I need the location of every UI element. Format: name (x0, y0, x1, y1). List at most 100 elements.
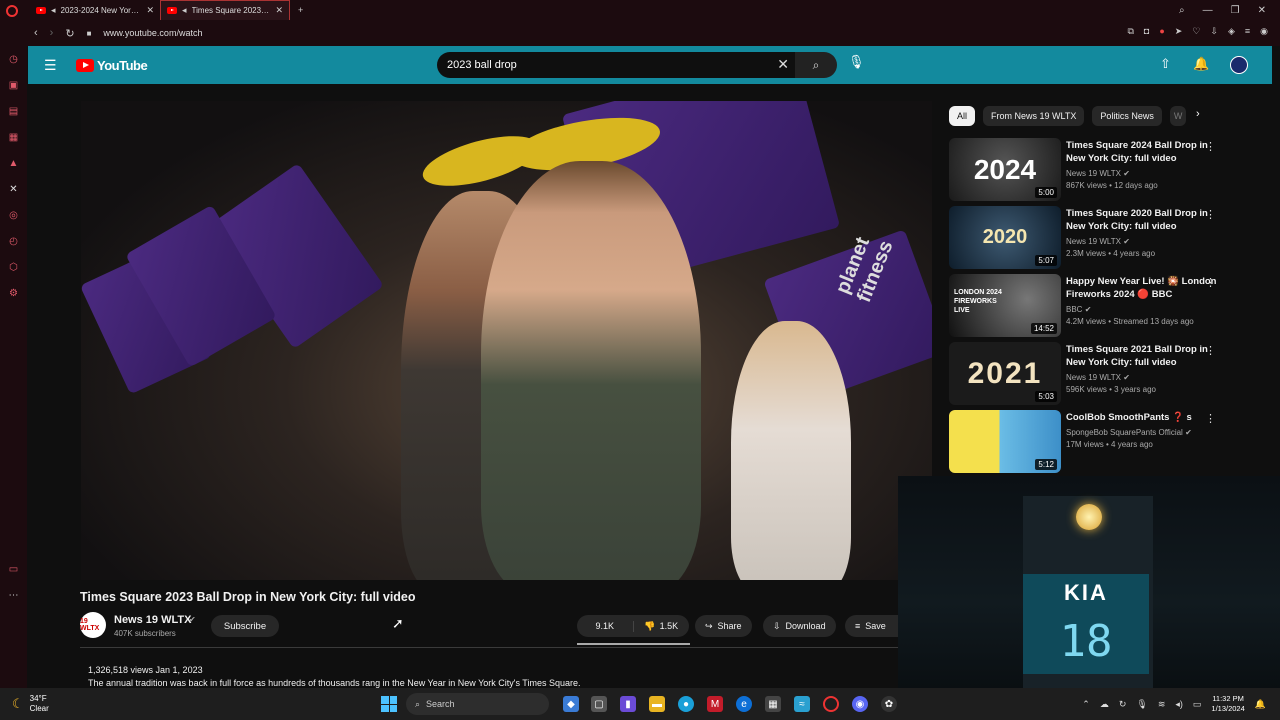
chip-more[interactable]: W (1169, 106, 1187, 126)
volume-icon[interactable]: ◂) (1175, 699, 1183, 710)
start-button[interactable] (381, 696, 397, 712)
dislike-button[interactable]: 👎 1.5K (632, 620, 690, 632)
like-button[interactable]: 9.1K (577, 621, 633, 631)
search-input[interactable]: 2023 ball drop ✕ (437, 52, 795, 78)
channel-avatar[interactable]: 19 WLTX (80, 612, 106, 638)
upload-icon[interactable]: ⇧ (1160, 56, 1171, 72)
save-button[interactable]: ≡ Save (845, 615, 898, 637)
clear-search-icon[interactable]: ✕ (777, 56, 789, 73)
opera-taskbar-icon[interactable] (823, 696, 839, 712)
wifi-icon[interactable]: ≋ (1158, 699, 1166, 710)
recommendation-channel[interactable]: News 19 WLTX ✔ (1066, 237, 1130, 246)
profile-icon[interactable]: ◉ (1260, 26, 1268, 37)
tab-1[interactable]: ◂ 2023-2024 New York City ✕ (30, 0, 160, 20)
sync-icon[interactable]: ↻ (1119, 699, 1127, 710)
video-description[interactable]: The annual tradition was back in full fo… (88, 678, 581, 688)
more-options-icon[interactable]: ⋮ (1205, 412, 1216, 425)
floating-video-window[interactable]: KIA 18 (898, 476, 1280, 688)
sidebar-speed-dial-icon[interactable]: ◷ (9, 54, 18, 65)
sidebar-twitch-icon[interactable]: ▤ (9, 106, 18, 117)
tray-chevron-icon[interactable]: ⌃ (1082, 699, 1090, 710)
download-button[interactable]: ⇩ Download (763, 615, 836, 637)
mic-icon[interactable]: 🎙 (1136, 699, 1147, 710)
notifications-bell-icon[interactable]: 🔔 (1193, 56, 1209, 72)
mcafee-icon[interactable]: M (707, 696, 723, 712)
youtube-logo[interactable]: YouTube (76, 58, 148, 73)
downloads-icon[interactable]: ⇩ (1210, 26, 1218, 37)
app-icon[interactable]: ≈ (794, 696, 810, 712)
copilot-icon[interactable]: ◆ (563, 696, 579, 712)
recommendation-title[interactable]: Times Square 2021 Ball Drop in New York … (1066, 343, 1218, 369)
search-button[interactable]: ⌕ (795, 52, 837, 78)
recommendation-item[interactable]: 2024 5:00 Times Square 2024 Ball Drop in… (949, 138, 1229, 202)
discord-icon[interactable]: ◉ (852, 696, 868, 712)
url-field[interactable]: www.youtube.com/watch (103, 28, 202, 38)
sidebar-wallet-icon[interactable]: ▭ (9, 564, 18, 575)
tab-2[interactable]: ◂ Times Square 2023 Ball ✕ (160, 0, 290, 20)
sidebar-aria-icon[interactable]: ▲ (9, 158, 19, 169)
notification-bell-icon[interactable]: 🔔 (1255, 699, 1266, 710)
more-options-icon[interactable]: ⋮ (1205, 208, 1216, 221)
menu-lines-icon[interactable]: ≡ (1245, 26, 1250, 37)
video-thumbnail[interactable]: 2021 5:03 (949, 342, 1061, 405)
recommendation-title[interactable]: Times Square 2024 Ball Drop in New York … (1066, 139, 1218, 165)
video-thumbnail[interactable]: 2024 5:00 (949, 138, 1061, 201)
more-options-icon[interactable]: ⋮ (1205, 140, 1216, 153)
camera-icon[interactable]: ◘ (1144, 26, 1149, 37)
chip-politics-news[interactable]: Politics News (1092, 106, 1162, 126)
video-thumbnail[interactable]: 5:12 (949, 410, 1061, 473)
close-window-icon[interactable]: ✕ (1258, 5, 1266, 16)
recommendation-channel[interactable]: News 19 WLTX ✔ (1066, 169, 1130, 178)
sidebar-x-icon[interactable]: ✕ (9, 184, 17, 195)
recommendation-item[interactable]: 2020 5:07 Times Square 2020 Ball Drop in… (949, 206, 1229, 270)
maximize-icon[interactable]: ❐ (1231, 5, 1240, 16)
chrome-icon[interactable]: ● (678, 696, 694, 712)
recommendation-item[interactable]: 5:12 CoolBob SmoothPants ❓ s SpongeBob S… (949, 410, 1229, 474)
more-options-icon[interactable]: ⋮ (1205, 344, 1216, 357)
minimize-icon[interactable]: — (1203, 5, 1213, 16)
chip-from-channel[interactable]: From News 19 WLTX (983, 106, 1085, 126)
recommendation-channel[interactable]: News 19 WLTX ✔ (1066, 373, 1130, 382)
battery-icon[interactable]: ▭ (1193, 699, 1202, 710)
sidebar-player-icon[interactable]: ◎ (9, 210, 18, 221)
subscribe-button[interactable]: Subscribe (211, 615, 279, 637)
sidebar-calendar-icon[interactable]: ▦ (9, 132, 18, 143)
sidebar-settings-icon[interactable]: ⚙ (9, 288, 18, 299)
sidebar-cube-icon[interactable]: ⬡ (9, 262, 18, 273)
channel-name[interactable]: News 19 WLTX (114, 614, 191, 626)
store-icon[interactable]: ▦ (765, 696, 781, 712)
cloud-icon[interactable]: ☁ (1100, 699, 1109, 710)
video-player[interactable]: planet fitness (81, 101, 932, 580)
extension-icon[interactable]: ⧉ (1127, 26, 1133, 37)
send-icon[interactable]: ➤ (1175, 26, 1183, 37)
shield-icon[interactable]: ● (1159, 26, 1164, 37)
recommendation-item[interactable]: LONDON 2024 FIREWORKS LIVE 14:52 Happy N… (949, 274, 1229, 338)
edge-icon[interactable]: e (736, 696, 752, 712)
sidebar-bag-icon[interactable]: ▣ (9, 80, 18, 91)
recommendation-channel[interactable]: BBC ✔ (1066, 305, 1091, 314)
chatgpt-icon[interactable]: ✿ (881, 696, 897, 712)
chip-all[interactable]: All (949, 106, 976, 126)
back-icon[interactable]: ‹ (34, 27, 38, 39)
recommendation-channel[interactable]: SpongeBob SquarePants Official ✔ (1066, 428, 1192, 437)
voice-search-icon[interactable]: 🎙 (848, 54, 865, 70)
video-thumbnail[interactable]: LONDON 2024 FIREWORKS LIVE 14:52 (949, 274, 1061, 337)
taskbar-search[interactable]: ⌕ Search (406, 693, 549, 715)
sidebar-history-icon[interactable]: ◴ (9, 236, 18, 247)
recommendation-title[interactable]: Happy New Year Live! 🎇 London Fireworks … (1066, 275, 1218, 301)
new-tab-button[interactable]: + (298, 5, 303, 15)
weather-widget[interactable]: ☾ 34°F Clear (12, 694, 49, 714)
share-button[interactable]: ↪ Share (695, 615, 752, 637)
forward-icon[interactable]: › (50, 27, 54, 39)
cube-icon[interactable]: ◈ (1228, 26, 1235, 37)
search-tabs-icon[interactable]: ⌕ (1179, 5, 1185, 16)
more-options-icon[interactable]: ⋮ (1205, 276, 1216, 289)
hamburger-menu-icon[interactable]: ☰ (44, 57, 57, 74)
chevron-right-icon[interactable]: › (1196, 108, 1200, 120)
tab-close-icon[interactable]: ✕ (275, 5, 283, 16)
task-view-icon[interactable]: ▢ (591, 696, 607, 712)
reload-icon[interactable]: ↻ (65, 27, 74, 40)
sidebar-more-icon[interactable]: ⋯ (9, 590, 19, 601)
video-thumbnail[interactable]: 2020 5:07 (949, 206, 1061, 269)
account-avatar[interactable] (1230, 56, 1248, 74)
